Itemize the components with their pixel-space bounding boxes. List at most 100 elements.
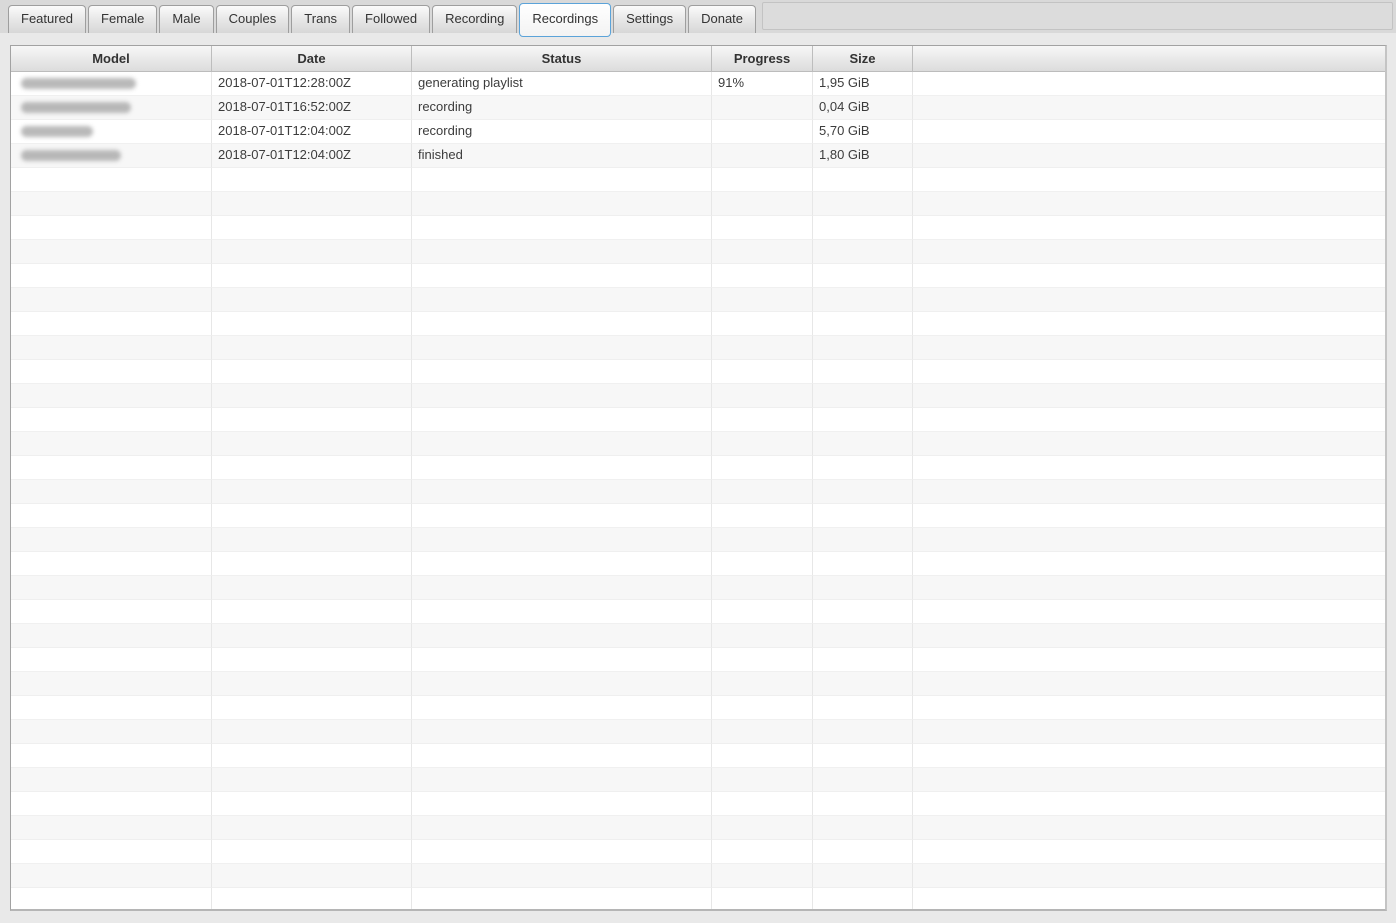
cell-status (412, 744, 712, 768)
cell-filler (913, 288, 1385, 312)
table-row-empty (11, 528, 1385, 552)
redacted-model-name (21, 78, 136, 89)
cell-size: 1,80 GiB (813, 144, 913, 168)
cell-model (11, 576, 212, 600)
tab-featured[interactable]: Featured (8, 5, 87, 33)
cell-model (11, 192, 212, 216)
column-header-model[interactable]: Model (11, 46, 212, 72)
cell-model (11, 456, 212, 480)
tab-couples[interactable]: Couples (215, 5, 290, 33)
cell-model (11, 600, 212, 624)
cell-progress (712, 480, 813, 504)
cell-date: 2018-07-01T12:04:00Z (212, 120, 412, 144)
cell-date (212, 528, 412, 552)
cell-filler (913, 312, 1385, 336)
cell-date (212, 792, 412, 816)
cell-model (11, 408, 212, 432)
cell-progress (712, 120, 813, 144)
cell-date (212, 456, 412, 480)
cell-size (813, 528, 913, 552)
cell-date: 2018-07-01T12:28:00Z (212, 72, 412, 96)
tab-trans[interactable]: Trans (291, 5, 351, 33)
cell-status: generating playlist (412, 72, 712, 96)
tab-recordings[interactable]: Recordings (519, 3, 612, 37)
cell-size (813, 624, 913, 648)
cell-size (813, 168, 913, 192)
cell-model (11, 216, 212, 240)
cell-filler (913, 792, 1385, 816)
cell-size: 1,95 GiB (813, 72, 913, 96)
cell-date (212, 600, 412, 624)
cell-model (11, 840, 212, 864)
cell-progress (712, 576, 813, 600)
cell-status (412, 480, 712, 504)
cell-progress (712, 528, 813, 552)
cell-progress (712, 384, 813, 408)
column-header-status[interactable]: Status (412, 46, 712, 72)
table-row-empty (11, 336, 1385, 360)
cell-progress (712, 456, 813, 480)
table-row-empty (11, 288, 1385, 312)
cell-status (412, 336, 712, 360)
table-row-empty (11, 552, 1385, 576)
tab-followed[interactable]: Followed (352, 5, 431, 33)
cell-model (11, 360, 212, 384)
cell-size (813, 552, 913, 576)
cell-date (212, 168, 412, 192)
cell-status (412, 576, 712, 600)
table-row-empty (11, 648, 1385, 672)
cell-date (212, 648, 412, 672)
cell-progress (712, 864, 813, 888)
cell-size (813, 480, 913, 504)
table-body: 2018-07-01T12:28:00Z generating playlist 9… (11, 72, 1385, 909)
cell-status (412, 216, 712, 240)
cell-model (11, 864, 212, 888)
cell-date: 2018-07-01T16:52:00Z (212, 96, 412, 120)
table-row-empty (11, 504, 1385, 528)
tab-female[interactable]: Female (88, 5, 158, 33)
table-row-empty (11, 192, 1385, 216)
cell-size (813, 768, 913, 792)
tab-male[interactable]: Male (159, 5, 214, 33)
column-header-date[interactable]: Date (212, 46, 412, 72)
cell-date (212, 576, 412, 600)
cell-filler (913, 864, 1385, 888)
cell-filler (913, 552, 1385, 576)
cell-status (412, 624, 712, 648)
cell-filler (913, 408, 1385, 432)
cell-size: 5,70 GiB (813, 120, 913, 144)
column-header-progress[interactable]: Progress (712, 46, 813, 72)
cell-model (11, 888, 212, 909)
cell-progress (712, 792, 813, 816)
cell-size (813, 504, 913, 528)
table-row[interactable]: 2018-07-01T12:28:00Z generating playlist 9… (11, 72, 1385, 96)
cell-size (813, 888, 913, 909)
tab-recording[interactable]: Recording (432, 5, 518, 33)
cell-model (11, 792, 212, 816)
table-header-row: Model Date Status Progress Size (11, 46, 1385, 72)
cell-date (212, 240, 412, 264)
cell-status (412, 696, 712, 720)
table-row[interactable]: 2018-07-01T12:04:00Z recording 5,70 GiB (11, 120, 1385, 144)
table-row[interactable]: 2018-07-01T12:04:00Z finished 1,80 GiB (11, 144, 1385, 168)
table-row-empty (11, 768, 1385, 792)
tab-donate[interactable]: Donate (688, 5, 757, 33)
cell-model (11, 672, 212, 696)
table-row-empty (11, 600, 1385, 624)
tab-strip: Featured Female Male Couples Trans Followed Re… (0, 0, 1396, 37)
cell-date (212, 744, 412, 768)
cell-date (212, 384, 412, 408)
cell-status (412, 264, 712, 288)
tab-settings[interactable]: Settings (613, 5, 687, 33)
cell-status (412, 168, 712, 192)
cell-size (813, 720, 913, 744)
table-row-empty (11, 168, 1385, 192)
cell-progress (712, 744, 813, 768)
column-header-size[interactable]: Size (813, 46, 913, 72)
cell-size (813, 192, 913, 216)
table-row[interactable]: 2018-07-01T16:52:00Z recording 0,04 GiB (11, 96, 1385, 120)
cell-status (412, 792, 712, 816)
cell-size: 0,04 GiB (813, 96, 913, 120)
cell-filler (913, 384, 1385, 408)
cell-progress (712, 768, 813, 792)
